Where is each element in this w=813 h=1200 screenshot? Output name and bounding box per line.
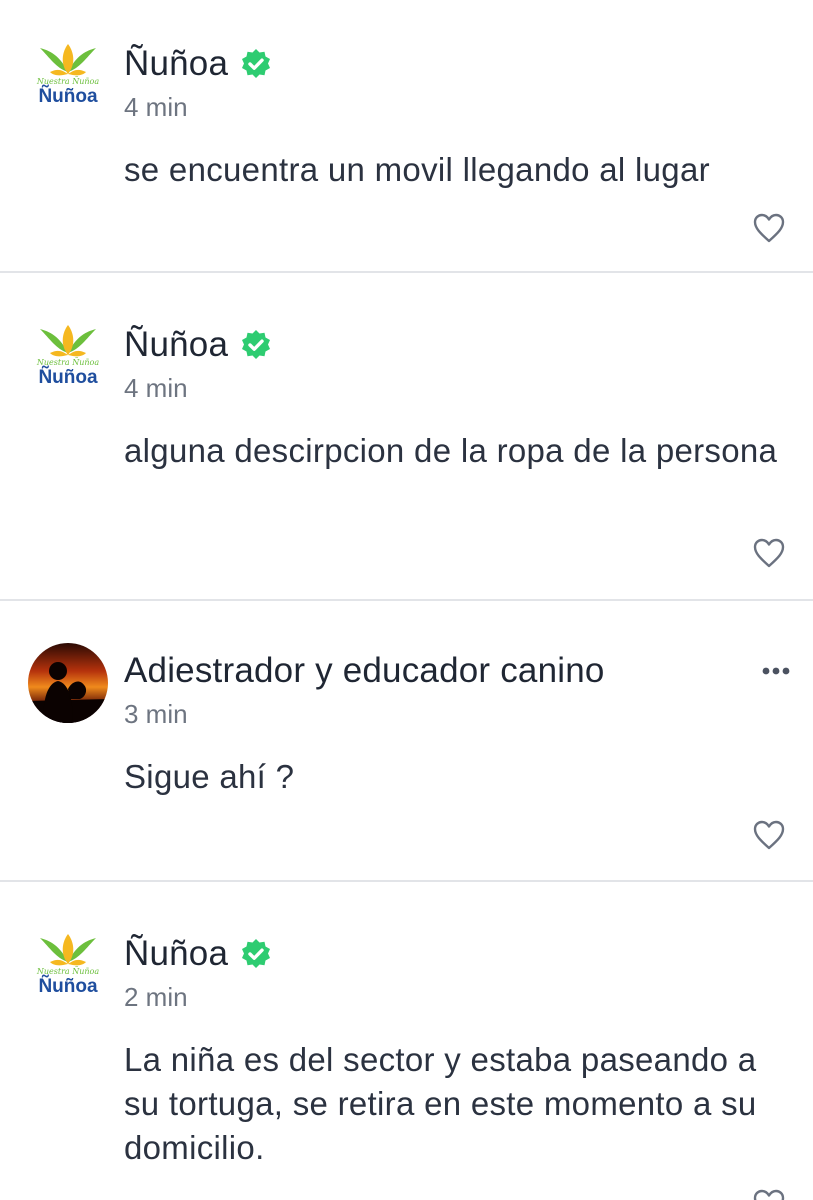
author-name[interactable]: Ñuñoa	[124, 934, 228, 974]
heart-outline-icon[interactable]	[752, 819, 788, 853]
svg-text:Ñuñoa: Ñuñoa	[38, 85, 98, 107]
comment-header: Adiestrador y educador canino	[124, 649, 605, 693]
more-dots-icon[interactable]	[758, 661, 794, 681]
verified-badge-icon	[240, 938, 272, 970]
comment-divider	[0, 599, 813, 601]
verified-badge-icon	[240, 48, 272, 80]
svg-text:Nuestra Ñuñoa: Nuestra Ñuñoa	[36, 967, 99, 976]
comments-feed: Nuestra Ñuñoa Ñuñoa Ñuñoa 4 min se encue…	[0, 0, 813, 1200]
comment-time: 3 min	[124, 699, 188, 729]
avatar-photo[interactable]	[28, 643, 108, 723]
avatar-nunoa-logo[interactable]: Nuestra Ñuñoa Ñuñoa	[28, 323, 108, 403]
avatar-nunoa-logo[interactable]: Nuestra Ñuñoa Ñuñoa	[28, 932, 108, 1012]
svg-text:Ñuñoa: Ñuñoa	[38, 366, 98, 388]
heart-outline-icon[interactable]	[752, 212, 788, 246]
comment-time: 4 min	[124, 373, 188, 403]
comment-header: Ñuñoa	[124, 932, 272, 976]
comment-header: Ñuñoa	[124, 323, 272, 367]
svg-text:Nuestra Ñuñoa: Nuestra Ñuñoa	[36, 358, 99, 367]
author-name[interactable]: Ñuñoa	[124, 325, 228, 365]
comment-divider	[0, 880, 813, 882]
svg-text:Ñuñoa: Ñuñoa	[38, 975, 98, 997]
verified-badge-icon	[240, 329, 272, 361]
avatar-nunoa-logo[interactable]: Nuestra Ñuñoa Ñuñoa	[28, 42, 108, 122]
comment-text: alguna descirpcion de la ropa de la pers…	[124, 432, 778, 469]
author-name[interactable]: Adiestrador y educador canino	[124, 651, 605, 691]
comment-text: La niña es del sector y estaba paseando …	[124, 1041, 757, 1166]
heart-outline-icon[interactable]	[752, 537, 788, 571]
comment-divider	[0, 271, 813, 273]
comment-text: Sigue ahí ?	[124, 758, 295, 795]
heart-outline-icon[interactable]	[752, 1188, 788, 1200]
comment-text: se encuentra un movil llegando al lugar	[124, 151, 710, 188]
comment-header: Ñuñoa	[124, 42, 272, 86]
svg-text:Nuestra Ñuñoa: Nuestra Ñuñoa	[36, 77, 99, 86]
comment-time: 2 min	[124, 982, 188, 1012]
author-name[interactable]: Ñuñoa	[124, 44, 228, 84]
comment-time: 4 min	[124, 92, 188, 122]
